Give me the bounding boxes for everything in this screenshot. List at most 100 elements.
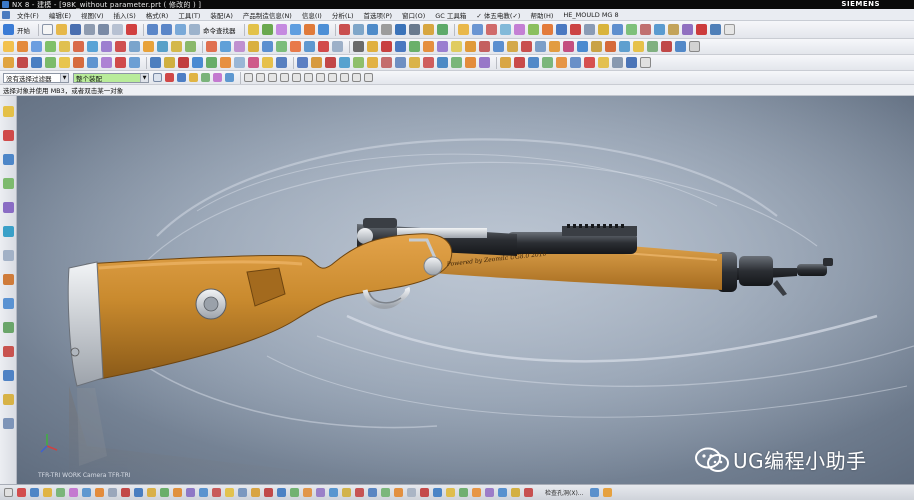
bounded-plane-icon[interactable] xyxy=(507,41,518,52)
sphere-icon[interactable] xyxy=(87,41,98,52)
isoparametric-icon[interactable] xyxy=(675,41,686,52)
line-icon[interactable] xyxy=(577,41,588,52)
translucency-icon[interactable] xyxy=(101,57,112,68)
quick-offset-icon[interactable] xyxy=(570,57,581,68)
unite-icon[interactable] xyxy=(317,24,329,35)
quick-hole-icon[interactable] xyxy=(528,57,539,68)
chevron-down-icon[interactable]: ▼ xyxy=(140,73,148,82)
radius-check-icon[interactable] xyxy=(178,57,189,68)
rotate-view-icon[interactable] xyxy=(366,24,378,35)
command-finder-icon[interactable] xyxy=(189,24,200,35)
transform-icon[interactable] xyxy=(31,57,42,68)
pad-icon[interactable] xyxy=(143,41,154,52)
associative-icon[interactable] xyxy=(238,488,247,497)
mirror-icon[interactable] xyxy=(186,488,195,497)
thicken-icon[interactable] xyxy=(332,41,343,52)
pan-icon[interactable] xyxy=(380,24,392,35)
resize-face-icon[interactable] xyxy=(395,41,406,52)
deviation-icon[interactable] xyxy=(276,57,287,68)
reattach-icon[interactable] xyxy=(316,488,325,497)
finish-sketch-icon[interactable] xyxy=(290,488,299,497)
menu-window[interactable]: 窗口(O) xyxy=(397,10,430,20)
orient-sketch-icon[interactable] xyxy=(303,488,312,497)
section-view-icon[interactable] xyxy=(499,24,511,35)
assembly-navigator-icon[interactable] xyxy=(2,106,14,117)
split-body-icon[interactable] xyxy=(276,41,287,52)
mold-wizard-icon[interactable] xyxy=(569,24,581,35)
cylinder-icon[interactable] xyxy=(59,41,70,52)
sweep-icon[interactable] xyxy=(479,41,490,52)
convert-icon[interactable] xyxy=(251,488,260,497)
pmi-icon[interactable] xyxy=(681,24,693,35)
slot-icon[interactable] xyxy=(157,41,168,52)
menu-he-mould[interactable]: HE_MOULD MG 8 xyxy=(558,11,623,19)
select-feature-icon[interactable] xyxy=(177,73,186,82)
blank-icon[interactable] xyxy=(59,57,70,68)
electrode-export-icon[interactable] xyxy=(465,57,476,68)
menu-tools[interactable]: 工具(T) xyxy=(173,10,205,20)
draft-icon[interactable] xyxy=(234,41,245,52)
constraint-icon[interactable] xyxy=(225,488,234,497)
mirror-icon[interactable] xyxy=(290,41,301,52)
spline-icon[interactable] xyxy=(605,41,616,52)
snap-quadrant-icon[interactable] xyxy=(304,73,313,82)
part-navigator-icon[interactable] xyxy=(2,154,14,165)
graphics-window[interactable]: Powered by Zeomilc UG8.0 2016 xyxy=(17,96,914,484)
extrude-icon[interactable] xyxy=(275,24,287,35)
menu-plugin[interactable]: ✓ 体五电教(✓) xyxy=(471,10,525,20)
wave-linker-icon[interactable] xyxy=(549,41,560,52)
sketch-icon[interactable] xyxy=(420,488,429,497)
redo-icon[interactable] xyxy=(161,24,172,35)
layer-settings-icon[interactable] xyxy=(422,24,434,35)
sketch-layer-icon[interactable] xyxy=(511,488,520,497)
trim-body-icon[interactable] xyxy=(262,41,273,52)
copy-icon[interactable] xyxy=(98,24,109,35)
pattern-icon[interactable] xyxy=(304,41,315,52)
rectangle-icon[interactable] xyxy=(56,488,65,497)
replace-face-icon[interactable] xyxy=(381,41,392,52)
snap-center-icon[interactable] xyxy=(292,73,301,82)
line-icon[interactable] xyxy=(17,488,26,497)
help-icon[interactable] xyxy=(723,24,735,35)
system-materials-icon[interactable] xyxy=(2,274,14,285)
burn-area-icon[interactable] xyxy=(409,57,420,68)
snap-tangent-icon[interactable] xyxy=(352,73,361,82)
bridge-curve-icon[interactable] xyxy=(647,41,658,52)
quick-pocket-icon[interactable] xyxy=(514,57,525,68)
move-object-icon[interactable] xyxy=(17,57,28,68)
snap-control-icon[interactable] xyxy=(268,73,277,82)
arc-icon[interactable] xyxy=(591,41,602,52)
measure-icon[interactable] xyxy=(485,24,497,35)
electrode-design-icon[interactable] xyxy=(311,57,322,68)
sketch-info-icon[interactable] xyxy=(485,488,494,497)
copy-electrode-icon[interactable] xyxy=(381,57,392,68)
dimension-icon[interactable] xyxy=(212,488,221,497)
quick-tool-icon[interactable] xyxy=(500,57,511,68)
simulation-icon[interactable] xyxy=(625,24,637,35)
sheet-metal-icon[interactable] xyxy=(639,24,651,35)
box-icon[interactable] xyxy=(150,57,161,68)
repeat-command-icon[interactable] xyxy=(175,24,186,35)
new-file-icon[interactable] xyxy=(42,24,53,35)
manufacturing-wizard-icon[interactable] xyxy=(2,322,14,333)
open-folder-icon[interactable] xyxy=(56,24,67,35)
pull-face-icon[interactable] xyxy=(423,41,434,52)
curvature-icon[interactable] xyxy=(262,57,273,68)
status-tool2-icon[interactable] xyxy=(602,488,612,497)
polygon-icon[interactable] xyxy=(69,488,78,497)
select-body-icon[interactable] xyxy=(189,73,198,82)
history-icon[interactable] xyxy=(2,250,14,261)
show-icon[interactable] xyxy=(277,488,286,497)
snap-point-icon[interactable] xyxy=(471,24,483,35)
points-icon[interactable] xyxy=(689,41,700,52)
delete-face-icon[interactable] xyxy=(409,41,420,52)
studio-icon[interactable] xyxy=(129,57,140,68)
electrode-blank-icon[interactable] xyxy=(395,57,406,68)
snap-on-curve-icon[interactable] xyxy=(328,73,337,82)
menu-format[interactable]: 格式(R) xyxy=(141,10,174,20)
quick-layer-icon[interactable] xyxy=(612,57,623,68)
training-icon[interactable] xyxy=(2,418,14,429)
sketch-style-icon[interactable] xyxy=(381,488,390,497)
menu-app-icon[interactable] xyxy=(2,10,10,19)
show-hide-icon[interactable] xyxy=(436,24,448,35)
